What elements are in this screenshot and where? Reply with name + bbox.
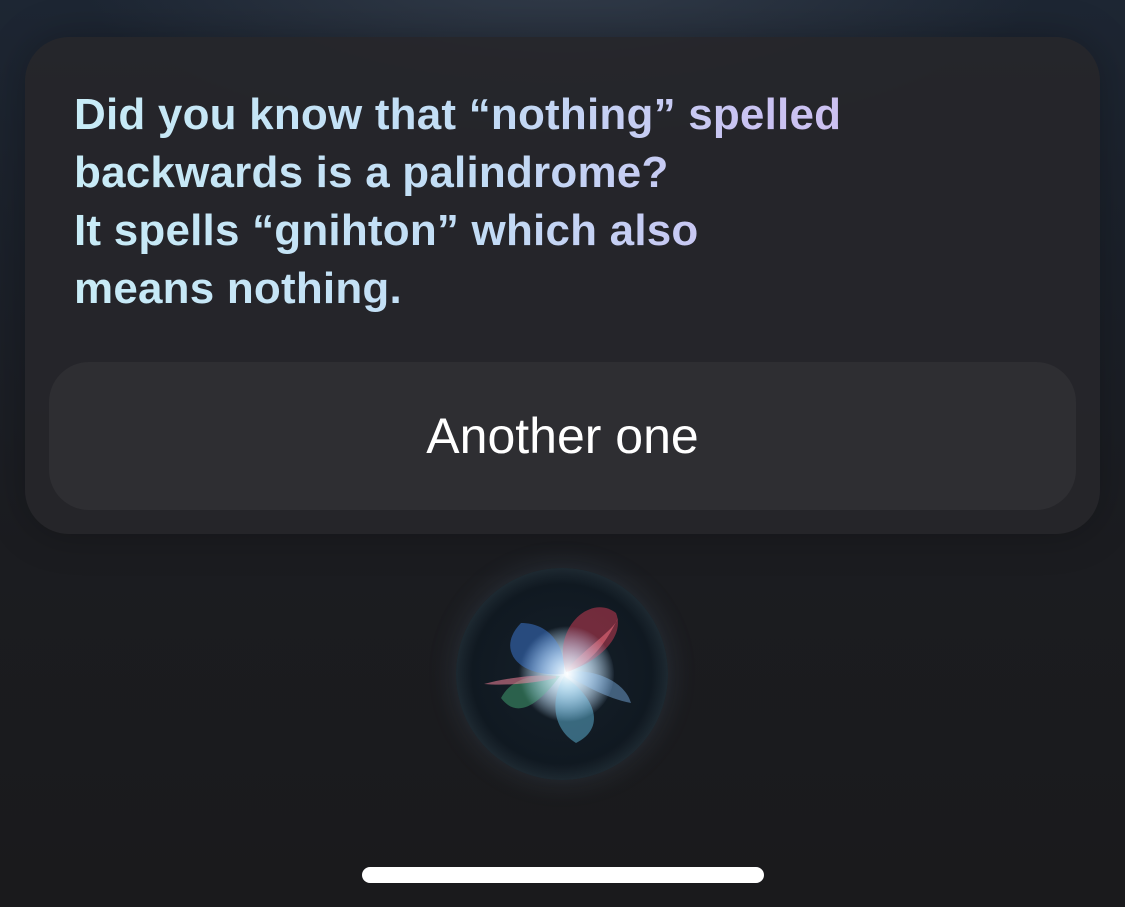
siri-response-text: Did you know that “nothing” spelled back… <box>74 86 974 318</box>
another-one-button[interactable]: Another one <box>49 362 1076 510</box>
siri-orb-graphic <box>484 607 631 743</box>
another-one-button-label: Another one <box>426 408 699 464</box>
siri-orb-icon[interactable] <box>456 568 668 780</box>
response-line: backwards is a palindrome? <box>74 148 669 197</box>
response-line: It spells “gnihton” which also <box>74 206 699 255</box>
home-indicator[interactable] <box>362 867 764 883</box>
response-line: Did you know that “nothing” spelled <box>74 90 842 139</box>
response-line: means nothing. <box>74 264 402 313</box>
